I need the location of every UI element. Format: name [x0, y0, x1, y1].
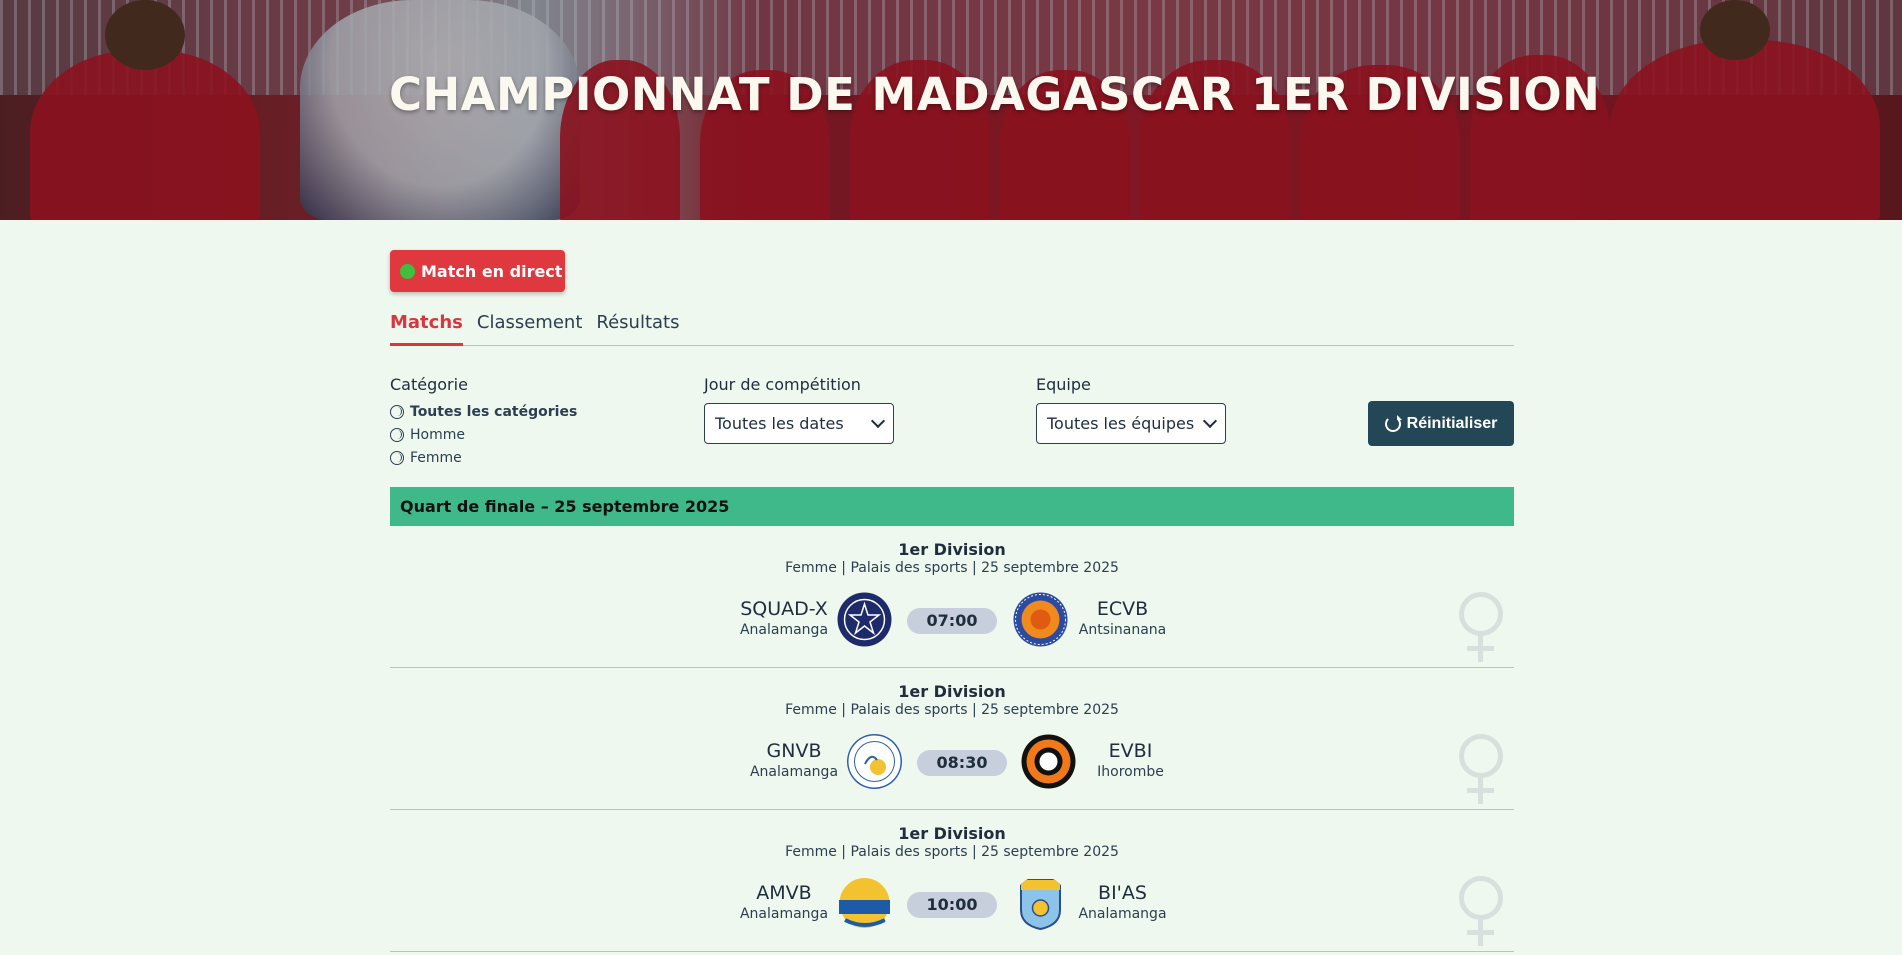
female-icon-part [1459, 592, 1503, 636]
female-icon-part [1467, 646, 1494, 651]
tab-matchs[interactable]: Matchs [390, 312, 463, 346]
home-team-region: Analamanga [739, 622, 829, 638]
home-team-region: Analamanga [739, 906, 829, 922]
live-match-label: Match en direct [421, 261, 563, 281]
tab-bar: Matchs Classement Résultats [390, 312, 1514, 346]
category-filter-label: Catégorie [390, 375, 468, 394]
match-card[interactable]: 1er Division Femme | Palais des sports |… [390, 668, 1514, 810]
squad-x-logo [837, 592, 892, 647]
day-select-value: Toutes les dates [715, 414, 844, 433]
bias-logo [1020, 879, 1061, 931]
home-team-name: SQUAD-X [740, 598, 828, 620]
team-select-value: Toutes les équipes [1047, 414, 1195, 433]
category-option-femme[interactable]: Femme [390, 446, 577, 469]
amvb-logo [839, 878, 890, 928]
day-filter-label: Jour de compétition [704, 375, 861, 394]
match-division: 1er Division [898, 682, 1006, 701]
match-row: SQUAD-X Analamanga 07:00 ECVB Antsinanan… [390, 592, 1514, 652]
category-option-label: Homme [410, 426, 465, 443]
female-icon [1457, 592, 1505, 664]
team-filter-label: Equipe [1036, 375, 1091, 394]
live-dot-icon [400, 263, 415, 279]
volleyball-icon [390, 450, 404, 465]
ecvb-logo [1013, 592, 1068, 647]
page-title: CHAMPIONNAT DE MADAGASCAR 1ER DIVISION [389, 68, 1601, 121]
home-team-name: GNVB [766, 740, 822, 762]
category-option-homme[interactable]: Homme [390, 423, 577, 446]
away-team-name: ECVB [1096, 598, 1149, 620]
away-team[interactable]: EVBI Ihorombe [1083, 740, 1178, 780]
round-title: Quart de finale – 25 septembre 2025 [400, 497, 730, 516]
home-team-region: Analamanga [749, 764, 839, 780]
live-match-button[interactable]: Match en direct [390, 250, 565, 292]
match-row: AMVB Analamanga 10:00 BI'AS Analamanga [390, 876, 1514, 936]
match-division: 1er Division [898, 824, 1006, 843]
home-team-name: AMVB [756, 882, 812, 904]
match-row: GNVB Analamanga 08:30 EVBI Ihorombe [390, 734, 1514, 794]
category-option-label: Femme [410, 449, 462, 466]
match-time-badge: 10:00 [907, 892, 997, 918]
home-team[interactable]: AMVB Analamanga [738, 882, 830, 922]
female-icon-part [1467, 930, 1494, 935]
female-icon-part [1459, 734, 1503, 778]
category-option-all[interactable]: Toutes les catégories [390, 400, 577, 423]
home-team[interactable]: GNVB Analamanga [748, 740, 840, 780]
reset-button[interactable]: Réinitialiser [1368, 401, 1514, 446]
volleyball-icon [390, 404, 404, 419]
category-radio-group: Toutes les catégories Homme Femme [390, 400, 577, 469]
away-team-name: EVBI [1108, 740, 1153, 762]
tab-resultats[interactable]: Résultats [596, 312, 679, 345]
away-team[interactable]: BI'AS Analamanga [1075, 882, 1170, 922]
match-meta: Femme | Palais des sports | 25 septembre… [785, 702, 1119, 718]
match-time-badge: 08:30 [917, 750, 1007, 776]
match-meta: Femme | Palais des sports | 25 septembre… [785, 560, 1119, 576]
match-meta: Femme | Palais des sports | 25 septembre… [785, 844, 1119, 860]
home-team[interactable]: SQUAD-X Analamanga [738, 598, 830, 638]
round-header: Quart de finale – 25 septembre 2025 [390, 487, 1514, 526]
female-icon [1457, 876, 1505, 948]
reset-label: Réinitialiser [1406, 414, 1498, 432]
refresh-icon [1384, 414, 1402, 432]
gnvb-logo [847, 734, 902, 789]
match-time-badge: 07:00 [907, 608, 997, 634]
chevron-down-icon [1202, 413, 1218, 429]
volleyball-icon [390, 427, 404, 442]
away-team-region: Antsinanana [1078, 622, 1167, 638]
away-team-region: Ihorombe [1097, 764, 1164, 780]
day-select[interactable]: Toutes les dates [704, 403, 894, 444]
chevron-down-icon [870, 413, 886, 429]
female-icon-part [1467, 788, 1494, 793]
away-team-name: BI'AS [1098, 882, 1147, 904]
team-select[interactable]: Toutes les équipes [1036, 403, 1226, 444]
category-option-label: Toutes les catégories [410, 403, 578, 420]
match-card[interactable]: 1er Division Femme | Palais des sports |… [390, 810, 1514, 952]
evbi-logo [1021, 734, 1076, 789]
match-card[interactable]: 1er Division Femme | Palais des sports |… [390, 526, 1514, 668]
away-team-region: Analamanga [1078, 906, 1167, 922]
female-icon [1457, 734, 1505, 806]
hero-banner: CHAMPIONNAT DE MADAGASCAR 1ER DIVISION [0, 0, 1902, 220]
tab-classement[interactable]: Classement [477, 312, 583, 345]
female-icon-part [1459, 876, 1503, 920]
match-division: 1er Division [898, 540, 1006, 559]
away-team[interactable]: ECVB Antsinanana [1075, 598, 1170, 638]
